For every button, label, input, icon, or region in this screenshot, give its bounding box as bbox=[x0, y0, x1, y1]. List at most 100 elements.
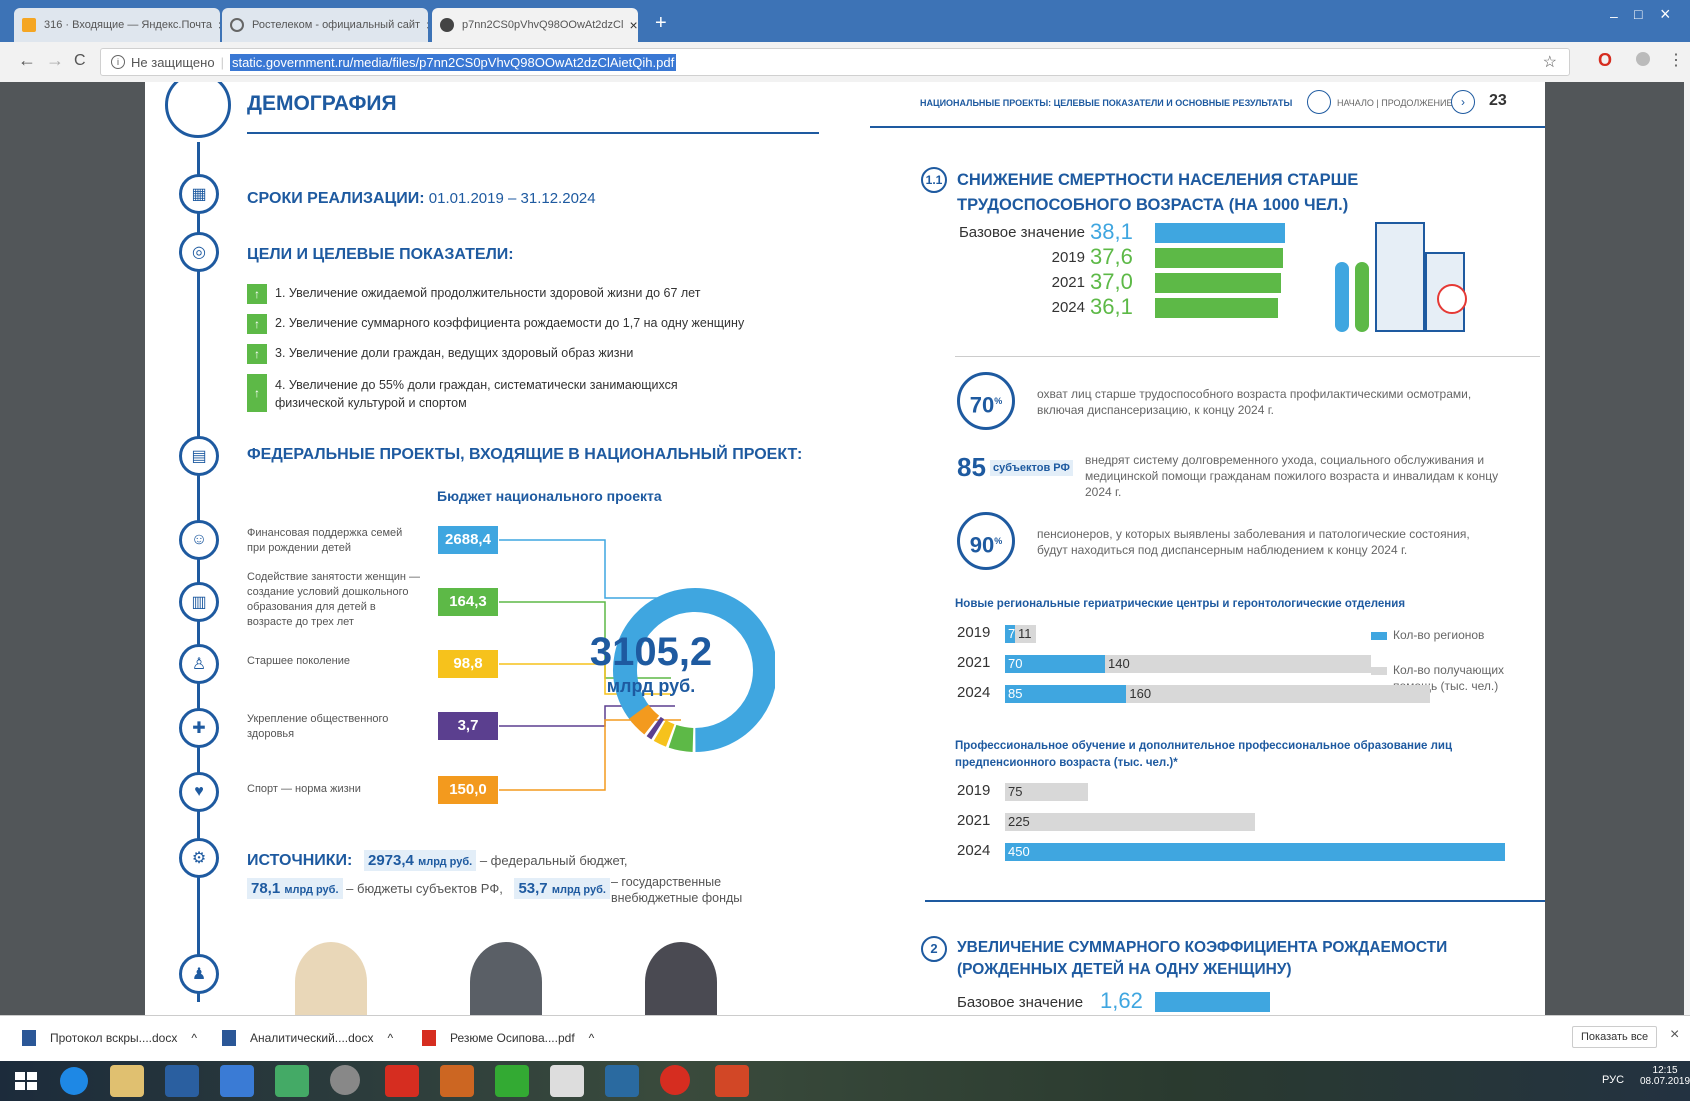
back-button[interactable]: ← bbox=[18, 50, 36, 71]
source-value: 2973,4 bbox=[368, 852, 414, 869]
stat-sup: % bbox=[994, 536, 1003, 546]
yandex-browser-icon[interactable] bbox=[660, 1065, 690, 1095]
home-icon[interactable] bbox=[275, 1065, 309, 1097]
mortality-bar bbox=[1155, 248, 1284, 268]
tab-close-icon[interactable]: × bbox=[623, 17, 637, 33]
powerpoint-icon[interactable] bbox=[715, 1065, 749, 1097]
mortality-label: Базовое значение bbox=[958, 224, 1085, 241]
chevron-up-icon[interactable]: ^ bbox=[387, 1031, 393, 1045]
mail-icon[interactable] bbox=[220, 1065, 254, 1097]
mail-icon bbox=[22, 18, 36, 32]
geriatric-year: 2024 bbox=[957, 684, 991, 701]
mortality-bar bbox=[1155, 298, 1279, 318]
tab-pdf[interactable]: p7nn2CS0pVhvQ98OOwAt2dzCl × bbox=[432, 8, 638, 42]
tab-rostelecom[interactable]: Ростелеком - официальный сайт × bbox=[222, 8, 428, 42]
divider bbox=[955, 356, 1540, 357]
project-label: Спорт — норма жизни bbox=[247, 783, 361, 795]
stat-text: охват лиц старше трудоспособного возраст… bbox=[1037, 387, 1472, 417]
info-icon[interactable]: i bbox=[111, 55, 125, 69]
app-icon[interactable] bbox=[165, 1065, 199, 1097]
windows-start-icon[interactable] bbox=[10, 1065, 40, 1097]
close-window-button[interactable]: × bbox=[1660, 4, 1671, 25]
regions-bar: 85 bbox=[1005, 685, 1127, 703]
stat-big: 85 bbox=[957, 452, 986, 482]
tab-label: p7nn2CS0pVhvQ98OOwAt2dzCl bbox=[462, 19, 624, 31]
tab-close-icon[interactable]: × bbox=[212, 17, 220, 33]
geriatric-year: 2021 bbox=[957, 654, 991, 671]
mortality-value: 36,1 bbox=[1090, 294, 1133, 319]
nav-caption[interactable]: НАЧАЛО | ПРОДОЛЖЕНИЕ bbox=[1337, 98, 1453, 108]
download-item[interactable]: Протокол вскры....docx ^ bbox=[22, 1030, 197, 1046]
maximize-button[interactable]: □ bbox=[1634, 6, 1642, 22]
profile-icon[interactable] bbox=[1636, 52, 1650, 66]
tab-strip: 316 · Входящие — Яндекс.Почта × Ростелек… bbox=[0, 0, 1690, 42]
donut-segment bbox=[668, 724, 694, 752]
title-rule bbox=[247, 132, 819, 134]
security-label: Не защищено bbox=[131, 54, 215, 70]
donut-total: 3105,2 bbox=[589, 630, 713, 674]
project-value: 98,8 bbox=[438, 650, 498, 678]
clock[interactable]: 12:15 08.07.2019 bbox=[1640, 1065, 1690, 1087]
goal-item: 1. Увеличение ожидаемой продолжительност… bbox=[275, 286, 700, 300]
yandex-icon[interactable] bbox=[385, 1065, 419, 1097]
mortality-label: 2019 bbox=[1051, 249, 1085, 266]
mortality-bar bbox=[1155, 223, 1285, 243]
chevron-up-icon[interactable]: ^ bbox=[589, 1031, 595, 1045]
legend-swatch-regions bbox=[1371, 632, 1387, 640]
chrome-icon[interactable] bbox=[330, 1065, 360, 1095]
ie-icon[interactable] bbox=[60, 1067, 88, 1095]
reload-button[interactable]: C bbox=[74, 52, 86, 70]
goal-text: Увеличение доли граждан, ведущих здоровы… bbox=[288, 346, 634, 360]
structure-icon: ▤ bbox=[179, 436, 219, 476]
source-unit: млрд руб. bbox=[284, 884, 339, 896]
new-tab-button[interactable]: + bbox=[655, 12, 667, 35]
app-icon[interactable] bbox=[440, 1065, 474, 1097]
star-icon[interactable]: ☆ bbox=[1543, 52, 1557, 72]
goals-title: ЦЕЛИ И ЦЕЛЕВЫЕ ПОКАЗАТЕЛИ: bbox=[247, 246, 514, 263]
menu-icon[interactable]: ⋮ bbox=[1668, 50, 1684, 70]
people-bar: 11 bbox=[1015, 625, 1036, 643]
project-label: Укрепление общественного здоровья bbox=[247, 713, 389, 740]
tab-yandex-mail[interactable]: 316 · Входящие — Яндекс.Почта × bbox=[14, 8, 220, 42]
health-icon: ✚ bbox=[179, 708, 219, 748]
forward-button[interactable]: → bbox=[46, 50, 64, 71]
next-nav-icon[interactable]: › bbox=[1451, 90, 1475, 114]
app-icon[interactable] bbox=[605, 1065, 639, 1097]
chevron-up-icon[interactable]: ^ bbox=[191, 1031, 197, 1045]
sources-line-1: ИСТОЧНИКИ: 2973,4 млрд руб. – федеральны… bbox=[247, 850, 628, 871]
app-icon[interactable] bbox=[495, 1065, 529, 1097]
minimize-button[interactable]: – bbox=[1610, 8, 1618, 24]
omnibox[interactable]: i Не защищено | static.government.ru/med… bbox=[100, 48, 1570, 76]
pdf-page: ДЕМОГРАФИЯ ▦ СРОКИ РЕАЛИЗАЦИИ: 01.01.201… bbox=[145, 82, 1545, 1015]
legend-regions: Кол-во регионов bbox=[1393, 628, 1485, 642]
viewer-scrollbar[interactable] bbox=[1684, 82, 1690, 1015]
url-text[interactable]: static.government.ru/media/files/p7nn2CS… bbox=[229, 53, 677, 71]
show-all-button[interactable]: Показать все bbox=[1572, 1026, 1658, 1048]
mortality-label: 2024 bbox=[1051, 299, 1085, 316]
donut-segment bbox=[629, 704, 660, 735]
opera-icon[interactable]: O bbox=[1598, 50, 1612, 71]
project-value: 2688,4 bbox=[438, 526, 498, 554]
stat-text: внедрят систему долговременного ухода, с… bbox=[1085, 453, 1499, 499]
document-icon[interactable] bbox=[550, 1065, 584, 1097]
page-title: ДЕМОГРАФИЯ bbox=[247, 92, 397, 115]
source-text: – федеральный бюджет, bbox=[479, 853, 628, 868]
portrait-photo bbox=[470, 942, 542, 1015]
tab-label: 316 · Входящие — Яндекс.Почта bbox=[44, 19, 212, 31]
section-rule bbox=[925, 900, 1545, 902]
project-label: Финансовая поддержка семей при рождении … bbox=[247, 527, 403, 554]
stat-circle: 90% bbox=[957, 512, 1015, 570]
close-downloads-icon[interactable]: × bbox=[1670, 1026, 1679, 1044]
source-value: 78,1 bbox=[251, 880, 281, 897]
tab-close-icon[interactable]: × bbox=[420, 17, 428, 33]
family-icon: ☺ bbox=[179, 520, 219, 560]
download-item[interactable]: Аналитический....docx ^ bbox=[222, 1030, 393, 1046]
sources-line-2: 78,1 млрд руб. – бюджеты субъектов РФ, 5… bbox=[247, 878, 610, 899]
arrow-up-icon: ↑ bbox=[247, 344, 267, 364]
start-nav-icon[interactable] bbox=[1307, 90, 1331, 114]
word-file-icon bbox=[22, 1030, 36, 1046]
language-indicator[interactable]: РУС bbox=[1602, 1074, 1624, 1086]
goal-text: Увеличение суммарного коэффициента рожда… bbox=[288, 316, 745, 330]
download-item[interactable]: Резюме Осипова....pdf ^ bbox=[422, 1030, 594, 1046]
explorer-icon[interactable] bbox=[110, 1065, 144, 1097]
